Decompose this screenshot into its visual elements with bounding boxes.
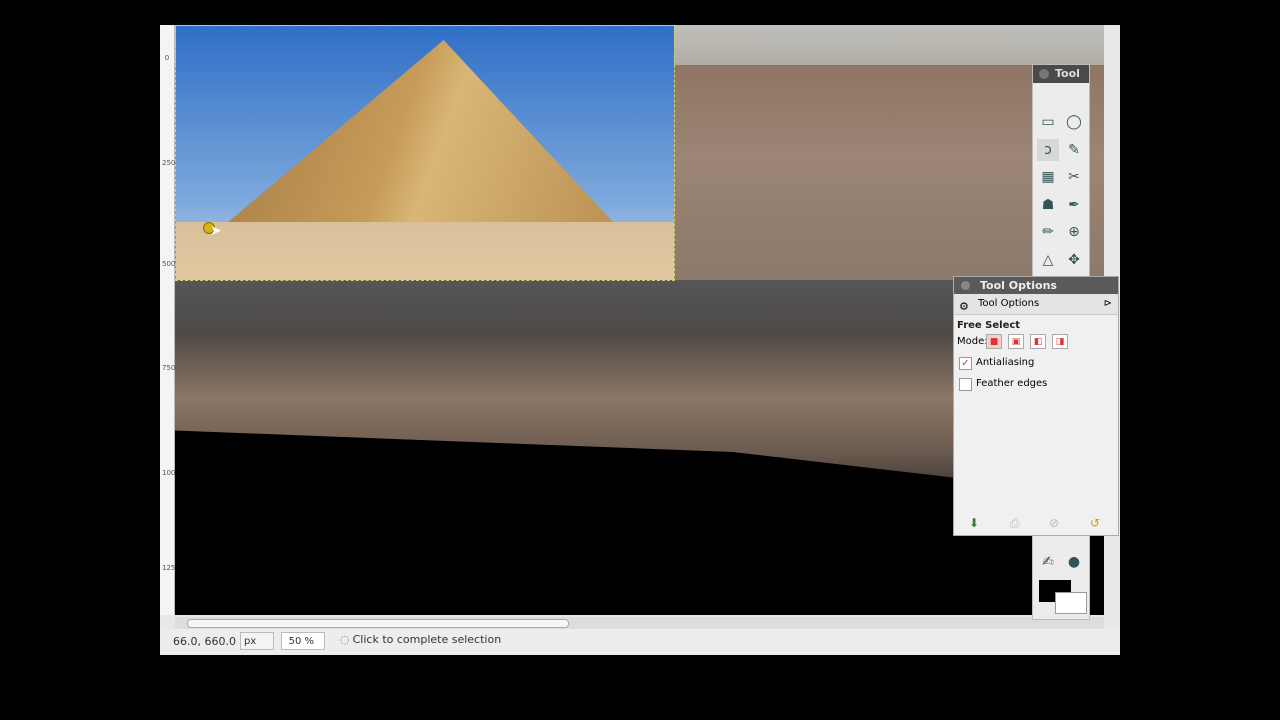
background-color-swatch[interactable] xyxy=(1055,592,1087,614)
color-picker-icon[interactable]: ✏ xyxy=(1037,221,1059,243)
lasso-icon: ◌ xyxy=(340,633,350,646)
feather-edges-checkbox[interactable] xyxy=(959,378,972,391)
pyramid-layer: ➤ xyxy=(175,25,675,281)
horizontal-scrollbar[interactable] xyxy=(175,617,1104,629)
tab-menu-icon[interactable]: ⊳ xyxy=(1104,294,1112,314)
scissors-icon[interactable]: ✂ xyxy=(1063,166,1085,188)
tool-options-title: Tool Options xyxy=(980,279,1057,292)
antialiasing-row[interactable]: ✓ Antialiasing xyxy=(954,353,1118,374)
ruler-tick: 250 xyxy=(162,159,176,167)
close-icon[interactable] xyxy=(961,281,970,290)
smudge-icon[interactable]: ✍ xyxy=(1037,551,1059,573)
ellipse-select-icon[interactable]: ◯ xyxy=(1063,111,1085,133)
foreground-select-icon[interactable]: ☗ xyxy=(1037,194,1059,216)
status-message: ◌ Click to complete selection xyxy=(340,633,501,646)
ruler-tick: 0 xyxy=(164,54,170,62)
zoom-icon[interactable]: ⊕ xyxy=(1063,221,1085,243)
fuzzy-select-icon[interactable]: ✎ xyxy=(1063,139,1085,161)
mode-intersect-icon[interactable]: ◨ xyxy=(1052,334,1068,349)
vertical-ruler: 0 250 500 750 1000 1250 xyxy=(160,25,180,615)
feather-edges-row[interactable]: Feather edges xyxy=(954,374,1118,395)
move-icon[interactable]: ✥ xyxy=(1063,249,1085,271)
paths-icon[interactable]: ✒ xyxy=(1063,194,1085,216)
mode-replace-icon[interactable]: ■ xyxy=(986,334,1002,349)
mode-label: Mode: xyxy=(957,336,988,347)
mode-add-icon[interactable]: ▣ xyxy=(1008,334,1024,349)
status-bar: 66.0, 660.0 px 50 % ◌ Click to complete s… xyxy=(160,629,1120,655)
mouse-pointer-icon: ➤ xyxy=(210,223,222,239)
tab-tool-options[interactable]: ⚙ Tool Options ⊳ xyxy=(954,294,1118,315)
rect-select-icon[interactable]: ▭ xyxy=(1037,111,1059,133)
delete-icon[interactable]: ⊘ xyxy=(1049,516,1059,530)
tool-options-titlebar: Tool Options xyxy=(954,277,1118,294)
ruler-tick: 500 xyxy=(162,260,176,268)
restore-icon[interactable]: ⎙ xyxy=(1010,516,1020,531)
tool-options-dialog: Tool Options ⚙ Tool Options ⊳ Free Selec… xyxy=(953,276,1119,536)
feather-edges-label: Feather edges xyxy=(976,378,1048,389)
unit-selector[interactable]: px xyxy=(240,632,274,650)
desert-sand xyxy=(176,222,674,280)
tab-label: Tool Options xyxy=(978,298,1040,309)
ruler-tick: 750 xyxy=(162,364,176,372)
dodge-icon[interactable]: ● xyxy=(1063,551,1085,573)
mode-row: Mode: ■ ▣ ◧ ◨ xyxy=(954,333,1118,353)
measure-icon[interactable]: △ xyxy=(1037,249,1059,271)
antialiasing-checkbox[interactable]: ✓ xyxy=(959,357,972,370)
scrollbar-thumb[interactable] xyxy=(187,619,569,628)
ruler-tick: 1250 xyxy=(162,564,180,572)
tool-name: Free Select xyxy=(957,320,1021,331)
reset-icon[interactable]: ↺ xyxy=(1090,516,1100,530)
color-select-icon[interactable]: ▦ xyxy=(1037,166,1059,188)
tool-options-actions: ⬇ ⎙ ⊘ ↺ xyxy=(954,513,1118,535)
zoom-selector[interactable]: 50 % xyxy=(281,632,325,650)
pointer-coordinates: 66.0, 660.0 xyxy=(173,635,236,648)
free-select-icon[interactable]: ↄ xyxy=(1037,139,1059,161)
antialiasing-label: Antialiasing xyxy=(976,357,1035,368)
mode-subtract-icon[interactable]: ◧ xyxy=(1030,334,1046,349)
tool-options-tab-icon: ⚙ xyxy=(959,300,969,313)
status-text: Click to complete selection xyxy=(352,633,502,646)
close-icon[interactable] xyxy=(1039,69,1049,79)
save-icon[interactable]: ⬇ xyxy=(969,516,979,530)
ruler-tick: 1000 xyxy=(162,469,180,477)
